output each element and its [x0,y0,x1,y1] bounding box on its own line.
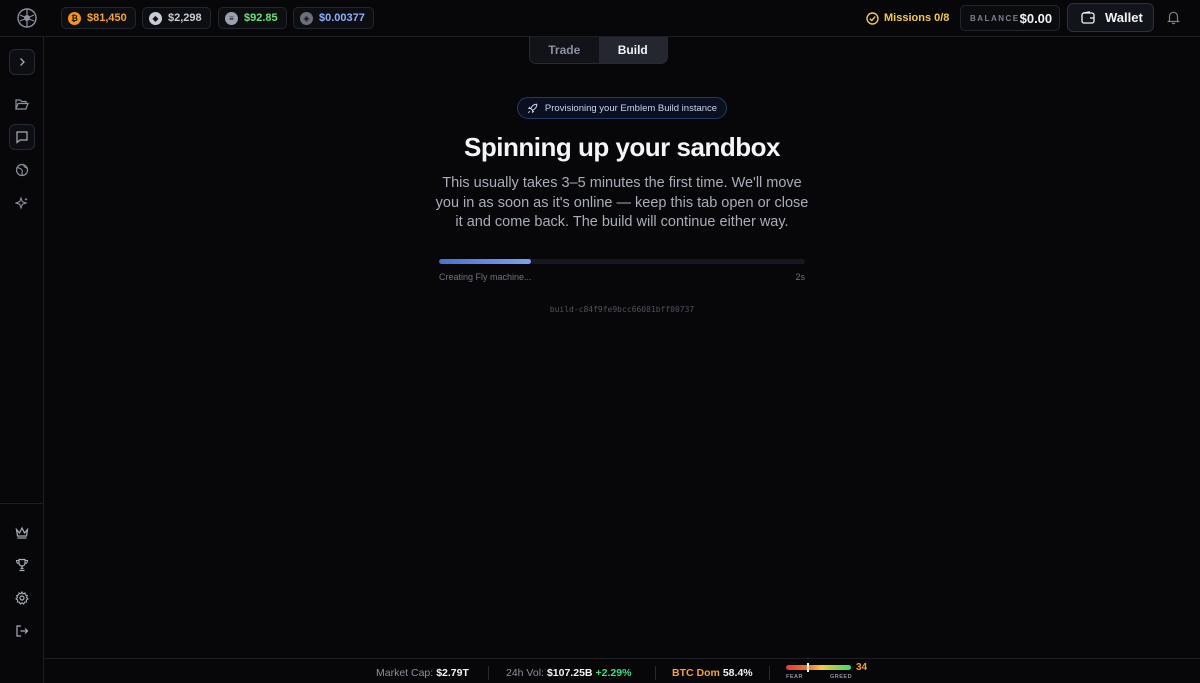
ticker-price: $0.00377 [319,12,365,24]
sidebar-item-chat[interactable] [9,124,35,150]
market-footer: Market Cap: $2.79T 24h Vol: $107.25B +2.29%… [44,658,1200,683]
top-bar: ₿ $81,450 ◆ $2,298 ≡ $92.85 ◈ $0.00377 M… [0,0,1200,37]
tab-trade[interactable]: Trade [530,37,599,63]
greed-label: GREED [830,674,853,680]
missions-button[interactable]: Missions 0/8 [866,9,949,27]
balance-value: $0.00 [1019,10,1053,26]
solana-icon: ≡ [225,11,238,25]
crown-icon [15,526,29,539]
trophy-icon [15,558,29,572]
market-cap-label: Market Cap: [376,667,434,679]
btc-dominance-stat: BTC Dom 58.4% [672,667,753,679]
chat-bubble-icon [16,131,28,144]
mode-switch: Trade Build [529,37,668,64]
bell-icon [1167,11,1180,25]
provisioning-text: Provisioning your Emblem Build instance [544,102,718,114]
expand-sidebar-button[interactable] [9,49,35,75]
market-cap-value: $2.79T [436,667,469,679]
wallet-icon [1081,11,1095,24]
sidebar-item-settings[interactable] [9,585,35,611]
ticker-price: $2,298 [168,12,202,24]
fear-greed-value: 34 [856,662,868,673]
sidebar-divider [0,503,44,504]
chevron-right-icon [20,58,25,66]
notifications-button[interactable] [1166,10,1181,25]
gear-icon [15,591,29,605]
market-cap-stat: Market Cap: $2.79T [376,667,469,679]
footer-divider [655,666,656,680]
volume-label: 24h Vol: [506,667,544,679]
progress-status: Creating Fly machine... [439,272,532,282]
rocket-icon [527,103,538,113]
volume-stat: 24h Vol: $107.25B +2.29% [506,667,631,679]
missions-label: Missions 0/8 [884,12,950,24]
ticker-sol[interactable]: ≡ $92.85 [218,7,287,29]
tab-build[interactable]: Build [598,37,667,63]
sandbox-description: This usually takes 3–5 minutes the first… [435,175,809,231]
wallet-label: Wallet [1105,10,1143,25]
fear-greed-gauge [786,665,851,670]
balance-display: BALANCE $0.00 [960,5,1060,31]
sidebar-item-files[interactable] [9,91,35,117]
btc-dominance-value: 58.4% [722,667,753,679]
sidebar-item-trophies[interactable] [9,552,35,578]
globe-icon [15,163,29,177]
ethereum-icon: ◆ [149,11,162,25]
fear-label: FEAR [786,674,803,680]
ticker-eth[interactable]: ◆ $2,298 [142,7,211,29]
provisioning-badge: Provisioning your Emblem Build instance [517,97,727,119]
ticker-emblem[interactable]: ◈ $0.00377 [293,7,374,29]
sidebar-item-ai[interactable] [9,190,35,216]
bitcoin-icon: ₿ [68,11,81,25]
sidebar-item-logout[interactable] [9,618,35,644]
ticker-price: $92.85 [244,12,278,24]
logout-icon [16,625,29,637]
provisioning-progress-bar [439,259,805,264]
volume-change: +2.29% [595,667,632,679]
sidebar-item-explore[interactable] [9,157,35,183]
emblem-token-icon: ◈ [300,11,313,25]
wallet-button[interactable]: Wallet [1067,3,1154,32]
app-logo[interactable] [14,5,40,31]
volume-value: $107.25B [546,667,593,679]
check-circle-icon [866,11,879,25]
balance-label: BALANCE [970,13,1020,23]
elapsed-time: 2s [795,272,805,282]
sidebar [0,37,44,683]
footer-divider [488,666,489,680]
sparkles-icon [15,196,28,210]
sidebar-item-leaderboard[interactable] [9,519,35,545]
build-id: build-c84f9fe9bcc66081bff00737 [549,305,695,314]
logo-icon [17,8,37,28]
fear-greed-marker [807,663,810,672]
folder-open-icon [15,98,29,110]
btc-dominance-label: BTC Dom [672,667,720,679]
page-title: Spinning up your sandbox [464,132,780,162]
footer-divider [769,666,770,680]
ticker-btc[interactable]: ₿ $81,450 [61,7,136,29]
ticker-price: $81,450 [87,12,127,24]
progress-fill [439,259,531,264]
